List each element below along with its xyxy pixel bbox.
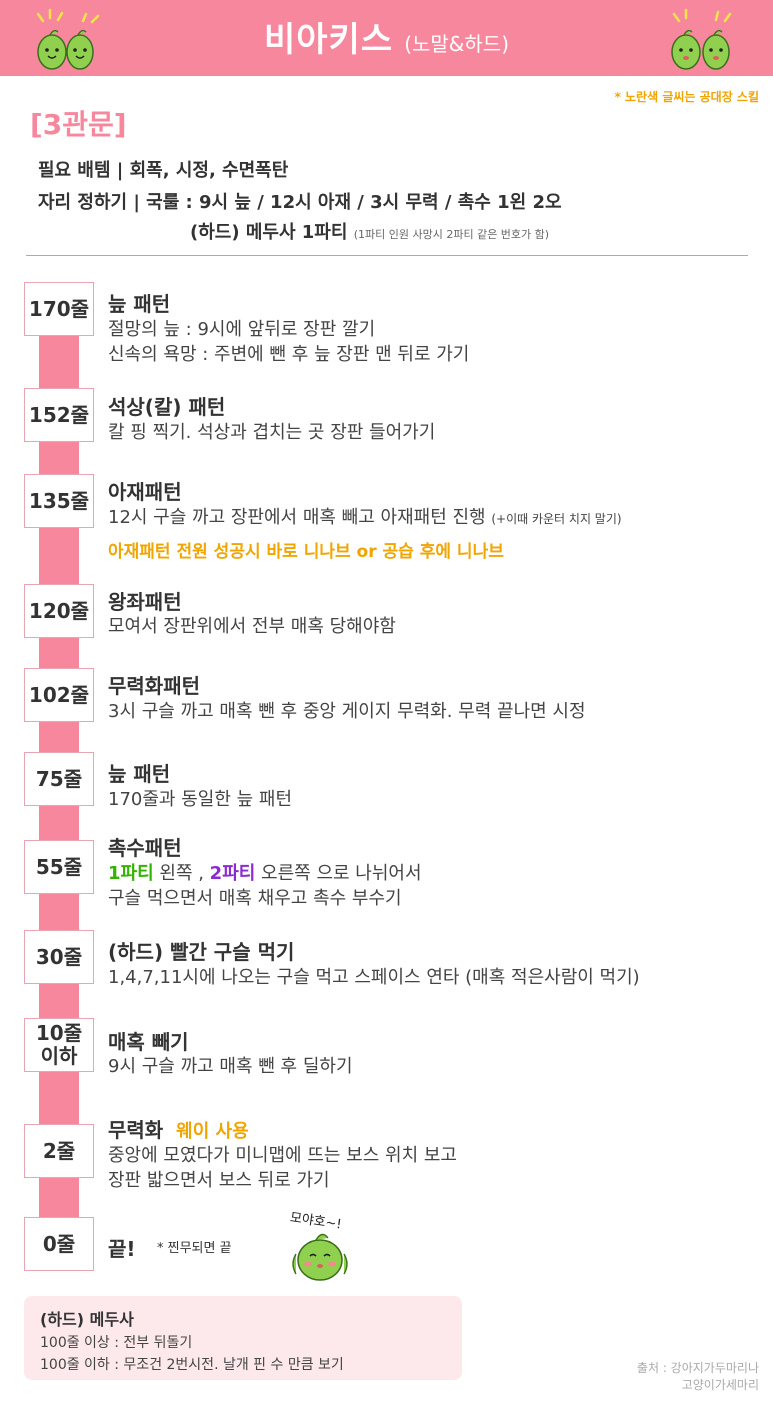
pear-mascot-icon xyxy=(292,1233,348,1281)
hp-marker: 152줄 xyxy=(24,388,94,442)
hp-marker: 0줄 xyxy=(24,1217,94,1271)
hp-marker: 170줄 xyxy=(24,282,94,336)
phase-title: [3관문] xyxy=(30,108,127,141)
step-title: 촉수패턴 xyxy=(108,836,182,860)
step-line: 170줄과 동일한 늪 패턴 xyxy=(108,789,293,810)
hp-marker: 55줄 xyxy=(24,840,94,894)
step-line: 절망의 늪 : 9시에 앞뒤로 장판 깔기 xyxy=(108,319,376,340)
party1-text: 왼쪽 , xyxy=(153,863,210,884)
pear-mascot-icon xyxy=(671,8,732,70)
hp-marker: 120줄 xyxy=(24,584,94,638)
step-title: 끝! xyxy=(108,1237,136,1261)
section-divider xyxy=(26,255,748,256)
step-line: 1파티 왼쪽 , 2파티 오른쪽 으로 나뉘어서 xyxy=(108,859,422,885)
end-note: * 찐무되면 끝 xyxy=(157,1241,232,1256)
hp-marker: 10줄 이하 xyxy=(24,1018,94,1072)
medusa-line: 100줄 이상 : 전부 뒤돌기 xyxy=(40,1335,193,1351)
step-line: 12시 구슬 까고 장판에서 매혹 빼고 아재패턴 진행 (+이때 카운터 치지… xyxy=(108,503,622,529)
leader-skill-tag: 웨이 사용 xyxy=(176,1121,249,1142)
required-items: 필요 배템 | 회폭, 시정, 수면폭탄 xyxy=(38,160,289,181)
step-title: 매혹 빼기 xyxy=(108,1030,189,1054)
header-banner: 비아키스 (노말&하드) xyxy=(0,0,773,76)
title-subtitle: (노말&하드) xyxy=(404,32,510,56)
leader-skill-note: * 노란색 글씨는 공대장 스킬 xyxy=(614,90,759,104)
party1-label: 1파티 xyxy=(108,863,154,884)
position-rule: 자리 정하기 | 국룰 : 9시 늪 / 12시 아재 / 3시 무력 / 촉수… xyxy=(38,192,562,213)
step-line: 칼 핑 찍기. 석상과 겹치는 곳 장판 들어가기 xyxy=(108,422,436,443)
step-title: 무력화패턴 xyxy=(108,674,200,698)
hp-marker-line: 이하 xyxy=(40,1044,78,1068)
step-title-text: 무력화 xyxy=(108,1118,164,1142)
hp-marker: 102줄 xyxy=(24,668,94,722)
step-line: 신속의 욕망 : 주변에 뺀 후 늪 장판 맨 뒤로 가기 xyxy=(108,344,470,365)
party2-label: 2파티 xyxy=(209,863,256,884)
medusa-title: (하드) 메두사 xyxy=(40,1310,134,1329)
step-title: 석상(칼) 패턴 xyxy=(108,395,226,419)
title-main: 비아키스 xyxy=(263,20,394,60)
step-line: 중앙에 모였다가 미니맵에 뜨는 보스 위치 보고 xyxy=(108,1145,457,1166)
step-line: 장판 밟으면서 보스 뒤로 가기 xyxy=(108,1170,330,1191)
hard-party-rule: (하드) 메두사 1파티 (1파티 인원 사망시 2파티 같은 번호가 함) xyxy=(190,218,549,244)
step-title: 늪 패턴 xyxy=(108,762,171,786)
step-line: 9시 구슬 까고 매혹 뺀 후 딜하기 xyxy=(108,1056,353,1077)
page-title: 비아키스 (노말&하드) xyxy=(0,12,773,61)
step-line: 3시 구슬 까고 매혹 뺀 후 중앙 게이지 무력화. 무력 끝나면 시정 xyxy=(108,701,586,722)
step-title: 늪 패턴 xyxy=(108,292,171,316)
step-line: 구슬 먹으면서 매혹 채우고 촉수 부수기 xyxy=(108,888,402,909)
hp-marker-line: 10줄 xyxy=(35,1021,83,1045)
step-title: (하드) 빨간 구슬 먹기 xyxy=(108,940,295,964)
hp-marker: 75줄 xyxy=(24,752,94,806)
credit-line: 고양이가세마리 xyxy=(681,1377,759,1392)
step-line-note: (+이때 카운터 치지 말기) xyxy=(491,512,622,526)
hp-marker: 135줄 xyxy=(24,474,94,528)
hp-marker: 2줄 xyxy=(24,1124,94,1178)
credit-line: 출처 : 강아지가두마리나 xyxy=(636,1361,759,1375)
step-line-text: 12시 구슬 까고 장판에서 매혹 빼고 아재패턴 진행 xyxy=(108,507,486,528)
step-line: 모여서 장판위에서 전부 매혹 당해야함 xyxy=(108,616,396,637)
step-title: 무력화 웨이 사용 xyxy=(108,1114,249,1143)
party2-text: 오른쪽 으로 나뉘어서 xyxy=(255,863,422,884)
hard-party-label: (하드) 메두사 1파티 xyxy=(190,222,348,243)
hard-medusa-box: (하드) 메두사 100줄 이상 : 전부 뒤돌기 100줄 이하 : 무조건 … xyxy=(24,1296,462,1380)
hp-marker: 30줄 xyxy=(24,930,94,984)
source-credit: 출처 : 강아지가두마리나 고양이가세마리 xyxy=(637,1360,759,1394)
leader-skill-line: 아재패턴 전원 성공시 바로 니나브 or 공습 후에 니나브 xyxy=(108,542,504,562)
step-title: 왕좌패턴 xyxy=(108,590,182,614)
hard-party-note: (1파티 인원 사망시 2파티 같은 번호가 함) xyxy=(353,228,550,241)
step-title: 아재패턴 xyxy=(108,480,182,504)
medusa-line: 100줄 이하 : 무조건 2번시전. 날개 핀 수 만큼 보기 xyxy=(40,1357,344,1373)
step-line: 1,4,7,11시에 나오는 구슬 먹고 스페이스 연타 (매혹 적은사람이 먹… xyxy=(108,967,640,988)
